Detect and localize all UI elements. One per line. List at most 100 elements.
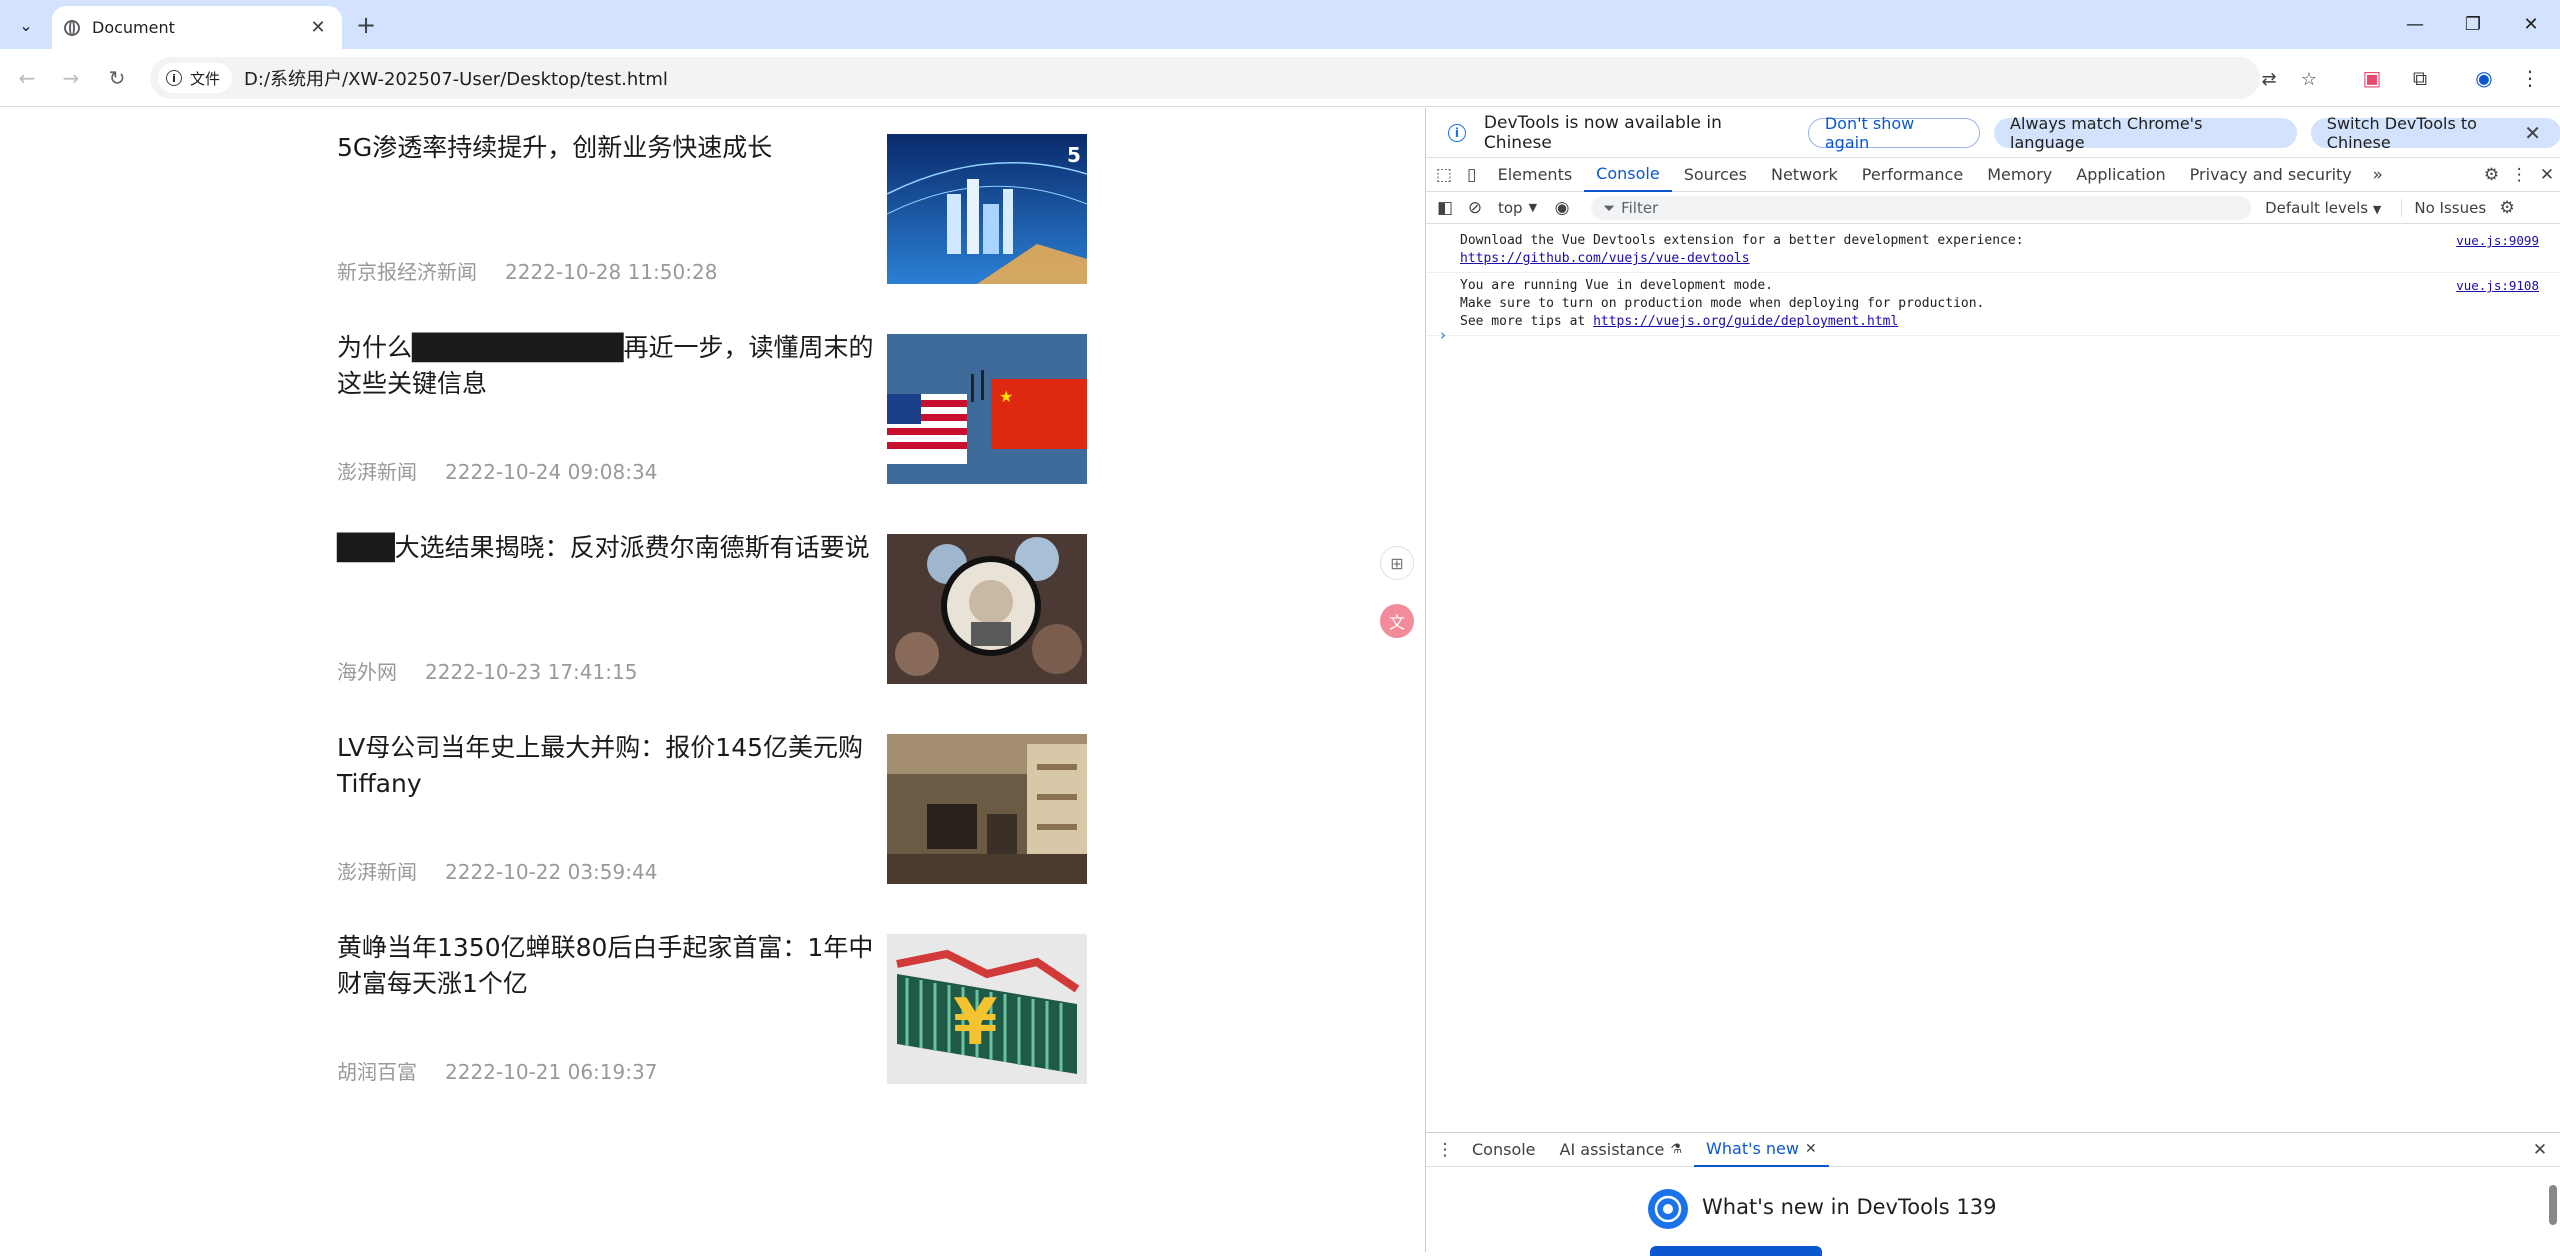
drawer-tab-ai-assistance[interactable]: AI assistance ⚗	[1548, 1133, 1695, 1167]
drawer-menu-icon[interactable]: ⋮	[1430, 1135, 1460, 1165]
switch-to-chinese-button[interactable]: Switch DevTools to Chinese	[2310, 114, 2560, 152]
news-item[interactable]: 黄峥当年1350亿蝉联80后白手起家首富：1年中财富每天涨1个亿 胡润百富 222…	[337, 908, 1089, 1084]
news-date: 2222-10-22 03:59:44	[445, 860, 658, 884]
news-thumbnail-5g-city[interactable]: 5	[887, 134, 1087, 284]
tab-elements[interactable]: Elements	[1486, 158, 1585, 192]
devtools-tabbar: ⬚ ▯ Elements Console Sources Network Per…	[1426, 158, 2560, 192]
drawer-tab-whats-new[interactable]: What's new ✕	[1694, 1133, 1829, 1167]
context-selector[interactable]: top ▼	[1498, 199, 1537, 217]
settings-gear-icon[interactable]: ⚙	[2478, 160, 2506, 190]
close-devtools-icon[interactable]: ✕	[2533, 160, 2560, 190]
browser-toolbar: ← → ↻ i 文件 D:/系统用户/XW-202507-User/Deskto…	[0, 49, 2560, 107]
log-levels-dropdown[interactable]: Default levels ▼	[2265, 199, 2381, 217]
inspect-element-icon[interactable]: ⬚	[1430, 160, 1458, 190]
tab-sources[interactable]: Sources	[1672, 158, 1759, 192]
svg-text:★: ★	[999, 387, 1013, 406]
site-info-chip[interactable]: i 文件	[158, 63, 233, 93]
console-message: You are running Vue in development mode.…	[1426, 273, 2560, 336]
news-title[interactable]: 黄峥当年1350亿蝉联80后白手起家首富：1年中财富每天涨1个亿	[337, 930, 877, 1002]
tab-performance[interactable]: Performance	[1850, 158, 1975, 192]
close-window-icon[interactable]: ✕	[2508, 8, 2554, 40]
more-tabs-chevron-icon[interactable]: »	[2364, 160, 2392, 190]
always-match-language-button[interactable]: Always match Chrome's language	[1994, 114, 2297, 152]
browser-tab[interactable]: Document ✕	[52, 6, 342, 49]
console-message: Download the Vue Devtools extension for …	[1426, 228, 2560, 273]
news-thumbnail-yuan[interactable]: ¥	[887, 934, 1087, 1084]
close-drawer-icon[interactable]: ✕	[2525, 1135, 2555, 1165]
info-icon: i	[166, 70, 182, 86]
tab-search-icon[interactable]: ⌄	[9, 11, 43, 39]
news-meta: 新京报经济新闻 2222-10-28 11:50:28	[337, 256, 717, 285]
log-text: You are running Vue in development mode.	[1460, 278, 1774, 293]
news-item[interactable]: 5G渗透率持续提升，创新业务快速成长 新京报经济新闻 2222-10-28 11:…	[337, 108, 1089, 284]
devtools-menu-icon[interactable]: ⋮	[2505, 160, 2533, 190]
quick-apps-icon[interactable]: ⊞	[1380, 546, 1414, 580]
close-tab-icon[interactable]: ✕	[306, 17, 330, 38]
news-source: 胡润百富	[337, 1060, 417, 1084]
address-bar[interactable]: i 文件 D:/系统用户/XW-202507-User/Desktop/test…	[150, 57, 2317, 99]
sidebar-toggle-icon[interactable]: ◧	[1430, 193, 1460, 223]
whats-new-action-button[interactable]	[1650, 1246, 1822, 1256]
issues-counter[interactable]: No Issues	[2401, 198, 2486, 217]
drawer-tab-console[interactable]: Console	[1460, 1133, 1548, 1167]
forward-icon[interactable]: →	[54, 61, 88, 95]
news-source: 新京报经济新闻	[337, 260, 477, 284]
log-text: Download the Vue Devtools extension for …	[1460, 233, 2024, 248]
restore-icon[interactable]: ❐	[2450, 8, 2496, 40]
news-thumbnail-flags[interactable]: ★	[887, 334, 1087, 484]
extension-translate-icon[interactable]: ▣	[2356, 62, 2388, 94]
chip-label: 文件	[190, 69, 221, 88]
menu-kebab-icon[interactable]: ⋮	[2514, 62, 2546, 94]
news-item[interactable]: 为什么███████████再近一步，读懂周末的这些关键信息 澎湃新闻 2222-…	[337, 308, 1089, 484]
drawer-scrollbar[interactable]	[2549, 1185, 2557, 1225]
reload-icon[interactable]: ↻	[100, 61, 134, 95]
devtools-logo-icon	[1648, 1189, 1688, 1229]
experiment-flask-icon: ⚗	[1670, 1142, 1683, 1157]
dont-show-again-button[interactable]: Don't show again	[1807, 114, 1981, 152]
clear-console-icon[interactable]: ⊘	[1460, 193, 1490, 223]
tab-title: Document	[92, 18, 175, 37]
close-infobar-icon[interactable]: ✕	[2524, 121, 2541, 145]
svg-text:5: 5	[1067, 143, 1081, 167]
console-settings-gear-icon[interactable]: ⚙	[2492, 193, 2522, 223]
info-icon: i	[1448, 123, 1466, 142]
extensions-puzzle-icon[interactable]: ⧉	[2404, 62, 2436, 94]
tab-memory[interactable]: Memory	[1975, 158, 2064, 192]
log-source-link[interactable]: vue.js:9108	[2456, 277, 2539, 295]
news-source: 澎湃新闻	[337, 860, 417, 884]
news-title[interactable]: 5G渗透率持续提升，创新业务快速成长	[337, 130, 877, 166]
close-tab-icon[interactable]: ✕	[1805, 1141, 1817, 1157]
console-prompt-chevron-icon[interactable]: ›	[1440, 326, 1446, 344]
news-title[interactable]: ███大选结果揭晓：反对派费尔南德斯有话要说	[337, 530, 877, 566]
news-title[interactable]: 为什么███████████再近一步，读懂周末的这些关键信息	[337, 330, 877, 402]
news-item[interactable]: ███大选结果揭晓：反对派费尔南德斯有话要说 海外网 2222-10-23 17:…	[337, 508, 1089, 684]
news-meta: 海外网 2222-10-23 17:41:15	[337, 656, 637, 685]
url-text[interactable]: D:/系统用户/XW-202507-User/Desktop/test.html	[244, 65, 668, 91]
news-title[interactable]: LV母公司当年史上最大并购：报价145亿美元购Tiffany	[337, 730, 877, 802]
tab-console[interactable]: Console	[1584, 158, 1672, 192]
tab-privacy-security[interactable]: Privacy and security	[2178, 158, 2364, 192]
bookmark-star-icon[interactable]: ☆	[2296, 66, 2322, 92]
news-meta: 澎湃新闻 2222-10-24 09:08:34	[337, 456, 657, 485]
minimize-icon[interactable]: —	[2392, 8, 2438, 40]
news-item[interactable]: LV母公司当年史上最大并购：报价145亿美元购Tiffany 澎湃新闻 2222-…	[337, 708, 1089, 884]
dropdown-caret-icon: ▼	[1528, 201, 1538, 214]
device-toolbar-icon[interactable]: ▯	[1458, 160, 1486, 190]
back-icon[interactable]: ←	[10, 61, 44, 95]
translate-float-icon[interactable]: 文	[1380, 604, 1414, 638]
log-source-link[interactable]: vue.js:9099	[2456, 232, 2539, 250]
live-expression-eye-icon[interactable]: ◉	[1547, 193, 1577, 223]
profile-avatar-icon[interactable]: ◉	[2468, 62, 2500, 94]
translate-icon[interactable]: ⇄	[2256, 66, 2282, 92]
log-link[interactable]: https://vuejs.org/guide/deployment.html	[1593, 314, 1898, 329]
log-link[interactable]: https://github.com/vuejs/vue-devtools	[1460, 250, 2560, 268]
new-tab-icon[interactable]: +	[352, 11, 380, 39]
tab-network[interactable]: Network	[1759, 158, 1850, 192]
infobar-message: DevTools is now available in Chinese	[1483, 112, 1722, 153]
devtools-panel: i DevTools is now available in Chinese D…	[1425, 108, 2560, 1256]
globe-icon	[64, 19, 80, 36]
console-filter-input[interactable]: ⏷ Filter	[1591, 195, 2252, 220]
news-thumbnail-store[interactable]	[887, 734, 1087, 884]
news-thumbnail-crowd[interactable]	[887, 534, 1087, 684]
tab-application[interactable]: Application	[2064, 158, 2177, 192]
